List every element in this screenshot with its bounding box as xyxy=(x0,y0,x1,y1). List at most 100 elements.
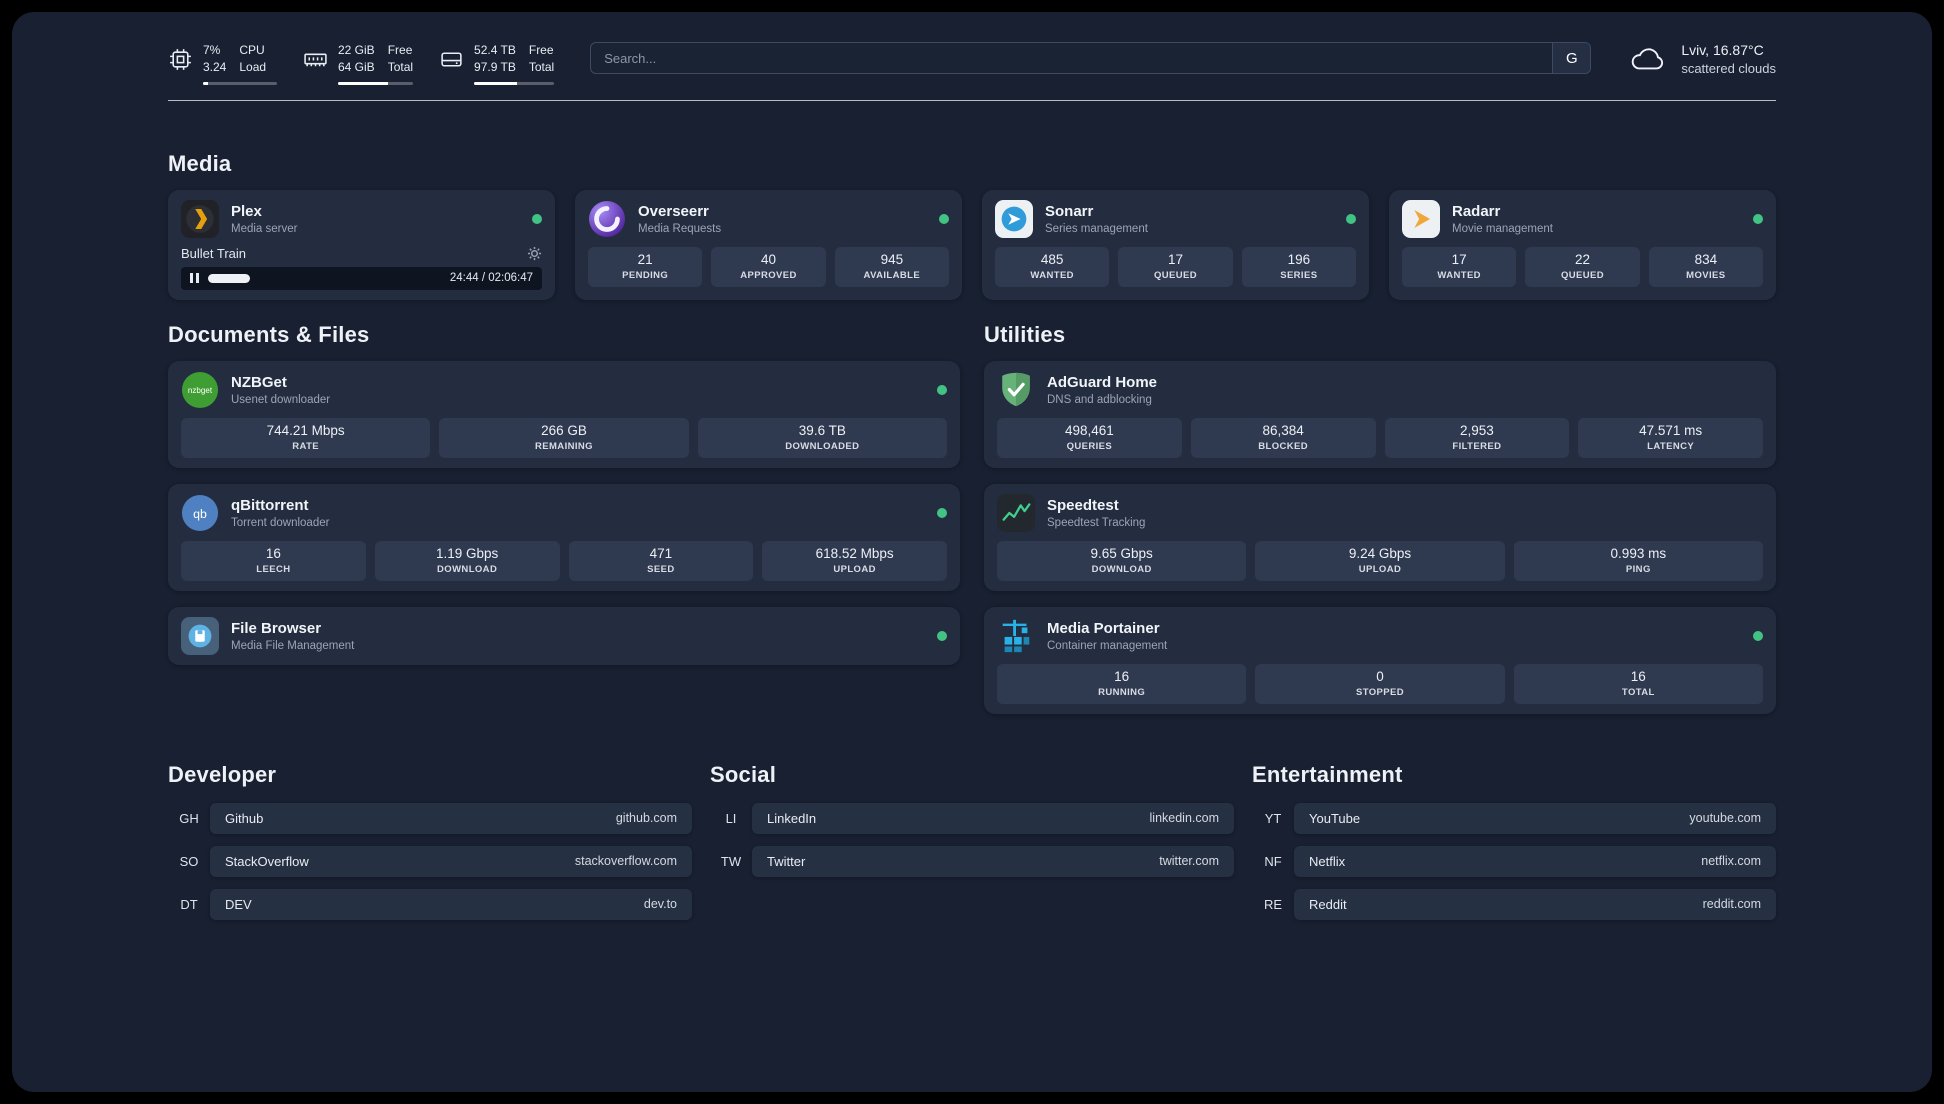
disk-free-value: 52.4 TB xyxy=(474,43,516,57)
disk-label-bottom: Total xyxy=(528,60,555,75)
stat-value: 9.24 Gbps xyxy=(1348,546,1412,562)
status-dot xyxy=(937,507,947,518)
now-playing-widget: Bullet Train 24:44 / 02:06:47 xyxy=(181,246,542,290)
app-card-nzbget[interactable]: nzbget NZBGet Usenet downloader 744.21 M… xyxy=(168,360,960,468)
portainer-icon xyxy=(997,617,1035,655)
cpu-percent: 7% xyxy=(203,43,221,57)
stat-tile: 744.21 Mbps RATE xyxy=(181,417,431,458)
stat-value: 17 xyxy=(1451,252,1467,268)
app-card-plex[interactable]: Plex Media server Bullet Train 24:44 / 0… xyxy=(168,189,555,300)
app-card-filebrowser[interactable]: File Browser Media File Management xyxy=(168,606,960,665)
app-subtitle: Series management xyxy=(1045,222,1148,235)
status-dot xyxy=(937,630,947,641)
stat-label: AVAILABLE xyxy=(863,270,921,282)
app-name: AdGuard Home xyxy=(1047,373,1158,391)
entertainment-section: Entertainment YT YouTube youtube.com NF … xyxy=(1252,762,1776,920)
stat-value: 86,384 xyxy=(1262,423,1304,439)
overseerr-icon xyxy=(588,200,626,238)
status-dot xyxy=(1346,213,1356,224)
weather-location: Lviv, 16.87°C xyxy=(1681,42,1764,58)
app-card-radarr[interactable]: Radarr Movie management 17 WANTED 22 QUE… xyxy=(1389,189,1776,300)
link-row-dev[interactable]: DT DEV dev.to xyxy=(168,888,692,920)
stat-label: QUEUED xyxy=(1153,270,1198,282)
link-row-netflix[interactable]: NF Netflix netflix.com xyxy=(1252,845,1776,877)
section-title-developer: Developer xyxy=(168,761,277,787)
playback-bar: 24:44 / 02:06:47 xyxy=(181,266,542,290)
netflix-icon: NF xyxy=(1264,853,1282,869)
youtube-icon: YT xyxy=(1264,810,1282,826)
status-dot xyxy=(1753,213,1763,224)
cpu-label-top: CPU xyxy=(239,43,265,57)
stat-tile: 618.52 Mbps UPLOAD xyxy=(762,540,947,581)
weather-condition: scattered clouds xyxy=(1681,61,1776,76)
app-subtitle: Torrent downloader xyxy=(231,516,330,529)
stat-label: QUEUED xyxy=(1560,270,1605,282)
ram-usage-bar xyxy=(338,81,414,85)
weather-widget: Lviv, 16.87°C scattered clouds xyxy=(1627,42,1776,76)
adguard-icon xyxy=(997,371,1035,409)
disk-total-value: 97.9 TB xyxy=(474,60,516,75)
app-card-qbittorrent[interactable]: qb qBittorrent Torrent downloader 16 LEE… xyxy=(168,483,960,591)
link-name: YouTube xyxy=(1309,810,1361,826)
link-url: stackoverflow.com xyxy=(574,854,677,869)
stat-label: PENDING xyxy=(622,270,669,282)
app-name: qBittorrent xyxy=(231,496,309,514)
link-row-reddit[interactable]: RE Reddit reddit.com xyxy=(1252,888,1776,920)
stat-tile: 0.993 ms PING xyxy=(1513,540,1763,581)
app-card-speedtest[interactable]: Speedtest Speedtest Tracking 9.65 Gbps D… xyxy=(984,483,1776,591)
cpu-load-value: 3.24 xyxy=(203,60,227,75)
playback-progress[interactable] xyxy=(208,273,441,283)
ram-label-top: Free xyxy=(387,43,413,57)
header-divider xyxy=(168,99,1776,101)
stat-value: 834 xyxy=(1694,252,1718,268)
stat-tile: 40 APPROVED xyxy=(711,246,826,287)
app-name: Media Portainer xyxy=(1047,619,1160,637)
app-card-adguard[interactable]: AdGuard Home DNS and adblocking 498,461 … xyxy=(984,360,1776,468)
link-row-github[interactable]: GH Github github.com xyxy=(168,802,692,834)
app-name: Overseerr xyxy=(638,202,709,220)
link-url: twitter.com xyxy=(1159,854,1219,869)
pause-icon[interactable] xyxy=(190,273,199,284)
stat-tile: 266 GB REMAINING xyxy=(439,417,689,458)
stat-value: 17 xyxy=(1167,252,1183,268)
link-name: Reddit xyxy=(1309,896,1347,912)
stat-value: 485 xyxy=(1040,252,1064,268)
link-url: reddit.com xyxy=(1702,897,1761,912)
stat-label: BLOCKED xyxy=(1258,441,1309,453)
qbittorrent-icon: qb xyxy=(181,494,219,532)
ram-label-bottom: Total xyxy=(387,60,414,75)
app-subtitle: DNS and adblocking xyxy=(1047,393,1152,406)
stat-value: 40 xyxy=(760,252,776,268)
search-input[interactable] xyxy=(590,42,1592,74)
stat-tile: 22 QUEUED xyxy=(1525,246,1640,287)
stat-label: REMAINING xyxy=(535,441,593,453)
stat-tile: 9.24 Gbps UPLOAD xyxy=(1255,540,1505,581)
link-row-linkedin[interactable]: LI LinkedIn linkedin.com xyxy=(710,802,1234,834)
stat-value: 1.19 Gbps xyxy=(435,546,499,562)
app-card-sonarr[interactable]: Sonarr Series management 485 WANTED 17 Q… xyxy=(982,189,1369,300)
app-subtitle: Media File Management xyxy=(231,639,355,652)
stat-tile: 0 STOPPED xyxy=(1255,663,1505,704)
search-engine-button[interactable]: G xyxy=(1552,43,1591,73)
ram-total-value: 64 GiB xyxy=(338,60,375,75)
stat-tile: 47.571 ms LATENCY xyxy=(1578,417,1763,458)
stat-label: SEED xyxy=(647,564,675,576)
link-row-youtube[interactable]: YT YouTube youtube.com xyxy=(1252,802,1776,834)
link-row-twitter[interactable]: TW Twitter twitter.com xyxy=(710,845,1234,877)
ram-widget: 22 GiB 64 GiB Free Total xyxy=(303,42,414,85)
stat-label: SERIES xyxy=(1280,270,1318,282)
status-dot xyxy=(1753,630,1763,641)
app-card-portainer[interactable]: Media Portainer Container management 16 … xyxy=(984,606,1776,714)
sonarr-icon xyxy=(995,199,1033,238)
top-bar: 7% 3.24 CPU Load 22 GiB 64 GiB Free Tota… xyxy=(168,12,1776,85)
stat-label: APPROVED xyxy=(740,270,797,282)
stat-value: 618.52 Mbps xyxy=(815,546,894,562)
app-card-overseerr[interactable]: Overseerr Media Requests 21 PENDING 40 A… xyxy=(575,189,962,300)
gear-icon[interactable] xyxy=(527,246,542,261)
stat-value: 16 xyxy=(1630,669,1646,685)
app-name: Radarr xyxy=(1452,202,1501,220)
stackoverflow-icon: SO xyxy=(179,853,199,869)
stat-label: RUNNING xyxy=(1098,687,1146,699)
link-row-stackoverflow[interactable]: SO StackOverflow stackoverflow.com xyxy=(168,845,692,877)
stat-label: WANTED xyxy=(1030,270,1074,282)
